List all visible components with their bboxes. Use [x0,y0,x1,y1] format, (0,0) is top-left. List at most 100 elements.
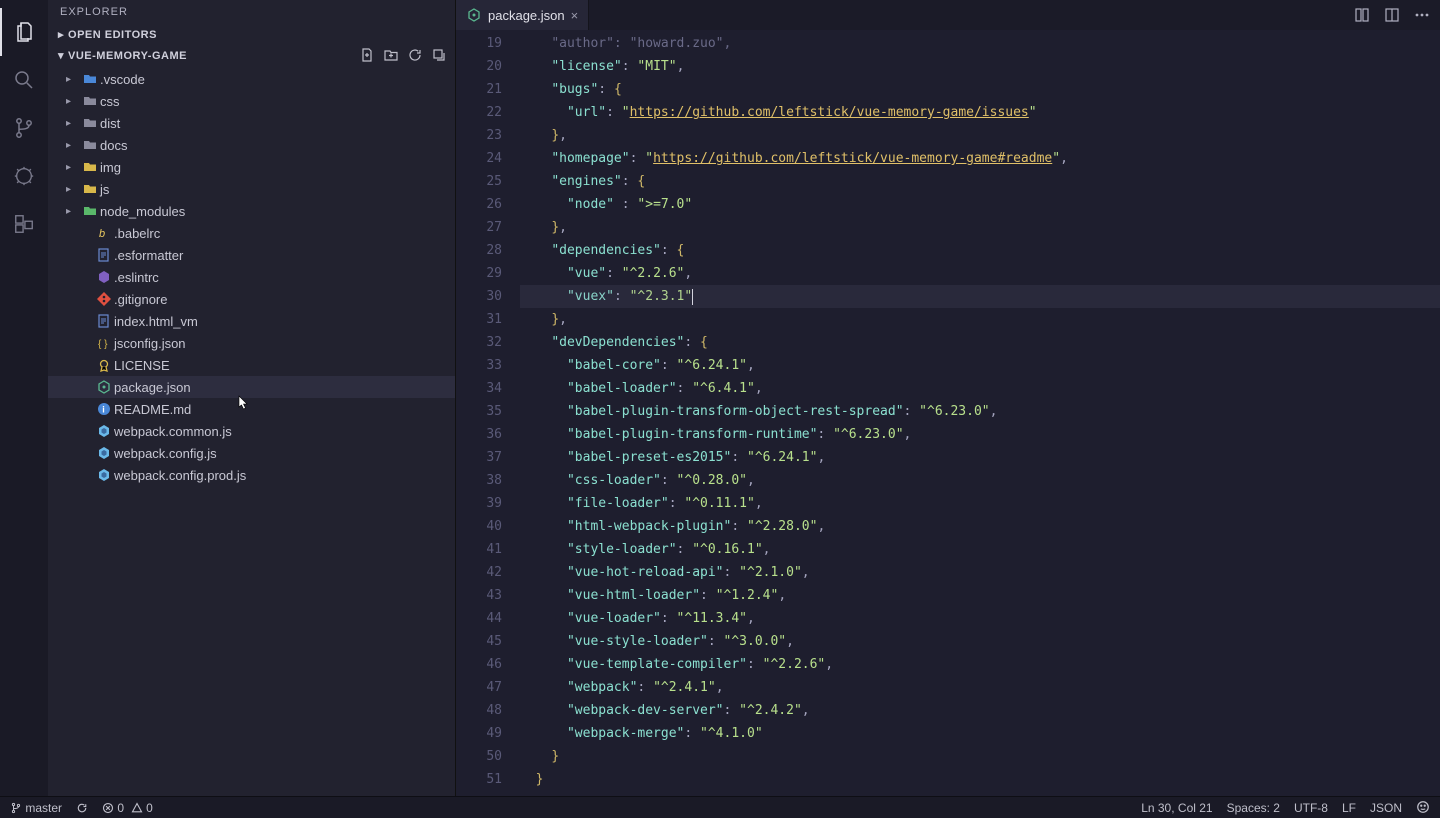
activity-search[interactable] [0,56,48,104]
text-icon [94,247,114,263]
webpack-icon [94,423,114,439]
webpack-icon [94,467,114,483]
folder-blue-icon [80,71,100,87]
tree-item-label: README.md [114,402,191,417]
npm-icon [466,7,482,23]
compare-icon[interactable] [1354,7,1370,23]
status-problems[interactable]: 0 0 [102,801,153,815]
file-item[interactable]: LICENSE [48,354,455,376]
file-item[interactable]: .gitignore [48,288,455,310]
editor-actions [1354,7,1440,23]
open-editors-header[interactable]: ▸ OPEN EDITORS [48,24,455,45]
project-header[interactable]: ▾ VUE-MEMORY-GAME [48,45,455,66]
explorer-title: EXPLORER [48,0,455,24]
status-branch[interactable]: master [10,801,62,815]
tree-item-label: webpack.common.js [114,424,232,439]
folder-item[interactable]: ▸.vscode [48,68,455,90]
file-item[interactable]: { } jsconfig.json [48,332,455,354]
status-lang[interactable]: JSON [1370,801,1402,815]
git-icon [94,291,114,307]
tree-item-label: .vscode [100,72,145,87]
open-editors-label: OPEN EDITORS [68,29,157,41]
activity-git[interactable] [0,104,48,152]
chevron-down-icon: ▾ [58,49,64,62]
chevron-right-icon: ▸ [58,28,64,41]
svg-text:i: i [102,405,105,415]
folder-icon [80,115,100,131]
tree-item-label: package.json [114,380,191,395]
tree-item-label: webpack.config.js [114,446,217,461]
file-item[interactable]: i README.md [48,398,455,420]
files-icon [13,20,37,44]
status-bar: master 0 0 Ln 30, Col 21 Spaces: 2 UTF-8… [0,796,1440,818]
status-feedback[interactable] [1416,800,1430,815]
file-item[interactable]: index.html_vm [48,310,455,332]
folder-item[interactable]: ▸img [48,156,455,178]
folder-js-icon [80,181,100,197]
text-icon [94,313,114,329]
svg-text:{ }: { } [98,339,108,350]
collapse-all-icon[interactable] [431,47,447,63]
folder-item[interactable]: ▸docs [48,134,455,156]
babel-icon: b [94,225,114,241]
tree-item-label: webpack.config.prod.js [114,468,246,483]
file-item[interactable]: .esformatter [48,244,455,266]
refresh-icon[interactable] [407,47,423,63]
folder-item[interactable]: ▸css [48,90,455,112]
line-gutter: 1920212223242526272829303132333435363738… [456,30,520,796]
status-eol[interactable]: LF [1342,801,1356,815]
status-encoding[interactable]: UTF-8 [1294,801,1328,815]
status-cursor[interactable]: Ln 30, Col 21 [1141,801,1212,815]
git-branch-icon [12,116,36,140]
tree-item-label: js [100,182,109,197]
file-item[interactable]: webpack.common.js [48,420,455,442]
folder-green-icon [80,203,100,219]
status-sync[interactable] [76,801,88,815]
code-content[interactable]: "author": "howard.zuo", "license": "MIT"… [520,30,1440,796]
split-editor-icon[interactable] [1384,7,1400,23]
file-tree: ▸.vscode▸css▸dist▸docs▸img▸js▸node_modul… [48,66,455,796]
project-name: VUE-MEMORY-GAME [68,50,187,62]
file-item[interactable]: webpack.config.js [48,442,455,464]
editor-body[interactable]: 1920212223242526272829303132333435363738… [456,30,1440,796]
activity-debug[interactable] [0,152,48,200]
folder-item[interactable]: ▸js [48,178,455,200]
explorer-sidebar: EXPLORER ▸ OPEN EDITORS ▾ VUE-MEMORY-GAM… [48,0,456,796]
tab-bar: package.json × [456,0,1440,30]
status-spaces[interactable]: Spaces: 2 [1227,801,1280,815]
tree-item-label: .eslintrc [114,270,159,285]
editor-area: package.json × 19202122232425262728293031… [456,0,1440,796]
explorer-actions [359,47,447,63]
tree-item-label: docs [100,138,127,153]
debug-icon [13,165,35,187]
activity-extensions[interactable] [0,200,48,248]
file-item[interactable]: b .babelrc [48,222,455,244]
more-icon[interactable] [1414,7,1430,23]
tree-item-label: .babelrc [114,226,160,241]
new-folder-icon[interactable] [383,47,399,63]
file-item[interactable]: webpack.config.prod.js [48,464,455,486]
tree-item-label: LICENSE [114,358,170,373]
file-item[interactable]: package.json [48,376,455,398]
info-icon: i [94,401,114,417]
close-icon[interactable]: × [571,8,579,23]
license-icon [94,357,114,373]
tab[interactable]: package.json × [456,0,589,30]
main-area: EXPLORER ▸ OPEN EDITORS ▾ VUE-MEMORY-GAM… [0,0,1440,796]
activity-explorer[interactable] [0,8,48,56]
search-icon [12,68,36,92]
eslint-icon [94,269,114,285]
npm-icon [94,379,114,395]
folder-item[interactable]: ▸dist [48,112,455,134]
webpack-icon [94,445,114,461]
extensions-icon [13,213,35,235]
new-file-icon[interactable] [359,47,375,63]
svg-text:b: b [99,228,105,240]
file-item[interactable]: .eslintrc [48,266,455,288]
folder-item[interactable]: ▸node_modules [48,200,455,222]
folder-icon [80,137,100,153]
tree-item-label: jsconfig.json [114,336,186,351]
tabs: package.json × [456,0,589,30]
tree-item-label: node_modules [100,204,185,219]
tab-label: package.json [488,8,565,23]
